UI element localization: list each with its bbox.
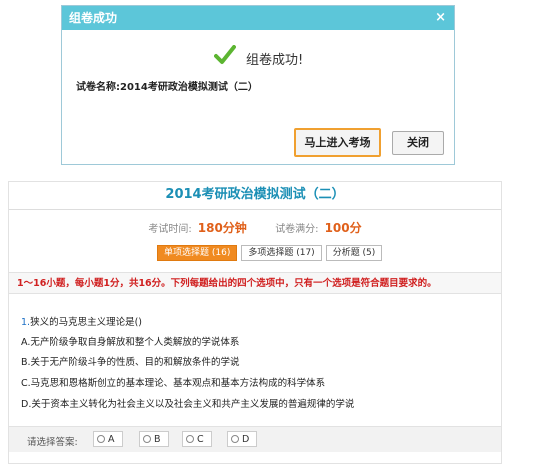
paper-name-value: 2014考研政治模拟测试（二） [120, 82, 258, 93]
paper-name-label: 试卷名称: [76, 82, 120, 93]
option-c-text: C.马克思和恩格斯创立的基本理论、基本观点和基本方法构成的科学体系 [21, 378, 326, 389]
score-value: 100分 [324, 221, 362, 235]
choice-label: B [154, 433, 161, 445]
success-message: 组卷成功! [246, 53, 304, 68]
option-a-text: A.无产阶级争取自身解放和整个人类解放的学说体系 [21, 337, 240, 348]
radio-icon[interactable] [186, 435, 194, 443]
exam-title: 2014考研政治模拟测试（二） [9, 182, 501, 210]
answer-label: 请选择答案: [27, 437, 78, 448]
exam-info-row: 考试时间: 180分钟 试卷满分: 100分 [9, 219, 501, 236]
exam-panel: 2014考研政治模拟测试（二） 考试时间: 180分钟 试卷满分: 100分 单项选… [8, 181, 502, 464]
tab-analysis[interactable]: 分析题 (5) [325, 245, 383, 261]
option-d-text: D.关于资本主义转化为社会主义以及社会主义和共产主义发展的普遍规律的学说 [21, 399, 355, 410]
dialog-title: 组卷成功 [69, 11, 118, 25]
tab-single-choice[interactable]: 单项选择题 (16) [157, 245, 238, 261]
question-stem: 1.狭义的马克思主义理论是() [21, 314, 142, 328]
checkmark-icon [214, 44, 236, 64]
answer-choice-c[interactable]: C [182, 431, 212, 447]
success-dialog: 组卷成功 × 组卷成功! 试卷名称:2014考研政治模拟测试（二） 马上进入考场… [61, 5, 455, 165]
answer-bar: 请选择答案: A B C D [9, 426, 501, 452]
answer-choice-b[interactable]: B [139, 431, 169, 447]
section-instructions: 1～16小题，每小题1分，共16分。下列每题给出的四个选项中，只有一个选项是符合… [9, 272, 501, 294]
time-value: 180分钟 [197, 221, 247, 235]
paper-name-row: 试卷名称:2014考研政治模拟测试（二） [76, 78, 258, 93]
close-icon[interactable]: × [435, 6, 446, 30]
choice-label: A [108, 433, 115, 445]
score-label: 试卷满分: [275, 224, 319, 235]
radio-icon[interactable] [97, 435, 105, 443]
answer-choice-a[interactable]: A [93, 431, 123, 447]
question-type-tabs: 单项选择题 (16) 多项选择题 (17) 分析题 (5) [157, 245, 383, 261]
time-label: 考试时间: [148, 224, 192, 235]
answer-choice-d[interactable]: D [227, 431, 257, 447]
question-number: 1. [21, 317, 31, 328]
success-row: 组卷成功! [214, 41, 303, 68]
dialog-header: 组卷成功 × [62, 6, 454, 30]
option-b-text: B.关于无产阶级斗争的性质、目的和解放条件的学说 [21, 357, 240, 368]
close-button[interactable]: 关闭 [392, 131, 444, 155]
radio-icon[interactable] [143, 435, 151, 443]
enter-exam-button[interactable]: 马上进入考场 [294, 128, 381, 157]
tab-multiple-choice[interactable]: 多项选择题 (17) [241, 245, 322, 261]
choice-label: C [197, 433, 204, 445]
radio-icon[interactable] [231, 435, 239, 443]
question-text: 狭义的马克思主义理论是() [30, 317, 142, 328]
choice-label: D [242, 433, 250, 445]
